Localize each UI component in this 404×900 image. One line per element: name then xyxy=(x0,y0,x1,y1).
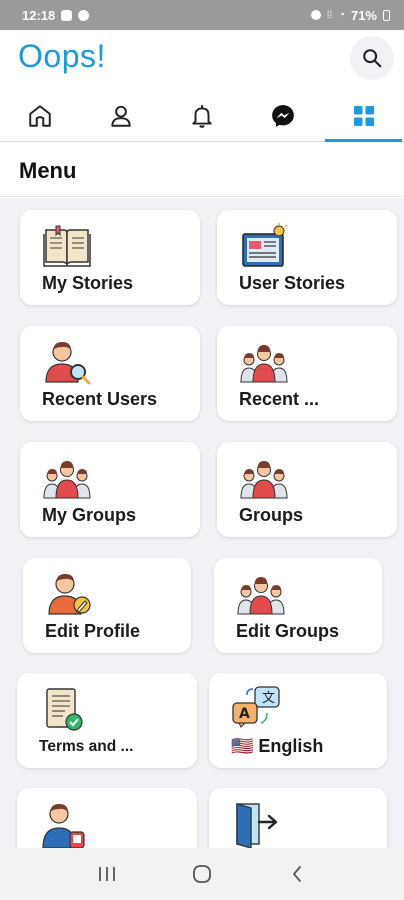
menu-card-user-stories[interactable]: User Stories xyxy=(217,210,397,305)
menu-card-recent-groups[interactable]: Recent ... xyxy=(217,326,397,421)
menu-card-label: User Stories xyxy=(239,273,346,293)
logout-door-icon xyxy=(236,803,278,848)
tab-menu[interactable] xyxy=(323,90,404,142)
menu-card-language[interactable]: 文 A 🇺🇸 English xyxy=(209,673,387,768)
menu-card-contact[interactable] xyxy=(17,788,197,848)
menu-card-my-stories[interactable]: My Stories xyxy=(20,210,200,305)
system-nav-bar xyxy=(0,848,404,900)
battery-percent: 71% xyxy=(350,7,377,23)
battery-icon xyxy=(383,9,390,21)
translate-icon: 文 A xyxy=(232,686,280,728)
alarm-icon xyxy=(310,10,321,20)
menu-card-label: Groups xyxy=(239,505,304,525)
menu-card-label: My Stories xyxy=(42,273,134,293)
menu-card-recent-users[interactable]: Recent Users xyxy=(20,326,200,421)
menu-grid: My Stories User Stories Recent Users Rec… xyxy=(0,198,404,848)
status-time: 12:18 xyxy=(22,7,56,23)
back-button[interactable] xyxy=(277,854,317,894)
menu-card-edit-profile[interactable]: Edit Profile xyxy=(23,558,191,653)
user-search-icon xyxy=(45,342,91,385)
menu-card-my-groups[interactable]: My Groups xyxy=(20,442,200,537)
menu-card-label: Recent Users xyxy=(42,389,158,409)
messenger-notification-icon xyxy=(78,9,90,21)
document-check-icon xyxy=(46,688,83,731)
signal-icon: ⁞⁞ xyxy=(326,9,333,21)
user-edit-icon xyxy=(48,574,91,615)
menu-header: Menu xyxy=(0,143,404,197)
gallery-notification-icon xyxy=(61,9,73,21)
status-left: 12:18 xyxy=(22,7,90,23)
home-nav-button[interactable] xyxy=(182,854,222,894)
recent-apps-button[interactable] xyxy=(87,854,127,894)
menu-card-label: 🇺🇸 English xyxy=(231,736,324,756)
people-group-icon xyxy=(240,461,288,499)
recent-apps-icon xyxy=(99,867,116,881)
people-group-icon xyxy=(237,577,285,615)
menu-card-label: Edit Groups xyxy=(236,621,339,641)
newspaper-icon xyxy=(242,223,288,267)
grid-menu-icon xyxy=(353,105,374,126)
menu-card-label: Recent ... xyxy=(239,389,320,409)
menu-card-edit-groups[interactable]: Edit Groups xyxy=(214,558,382,653)
app-bar: Oops! xyxy=(0,30,404,88)
home-icon xyxy=(29,104,52,127)
svg-text:文: 文 xyxy=(262,691,275,706)
status-right: ⁞⁞ ◔ 71% xyxy=(310,7,390,23)
search-icon xyxy=(363,49,382,68)
menu-card-logout[interactable] xyxy=(209,788,387,848)
book-icon xyxy=(43,225,91,267)
menu-card-label: Edit Profile xyxy=(45,621,141,641)
home-circle-icon xyxy=(193,865,211,883)
svg-text:A: A xyxy=(239,706,250,722)
status-bar: 12:18 ⁞⁞ ◔ 71% xyxy=(0,0,404,30)
messenger-icon xyxy=(271,104,294,127)
search-button[interactable] xyxy=(350,36,394,80)
tab-bar xyxy=(0,90,404,142)
wifi-icon: ◔ xyxy=(338,9,345,21)
back-chevron-icon xyxy=(292,866,301,882)
tab-messenger[interactable] xyxy=(242,90,323,141)
bell-icon xyxy=(192,104,212,128)
tab-notifications[interactable] xyxy=(162,90,243,141)
user-phone-icon xyxy=(42,804,85,848)
user-icon xyxy=(111,105,131,127)
menu-card-label: Terms and ... xyxy=(39,738,134,755)
app-title: Oops! xyxy=(18,38,106,74)
people-group-icon xyxy=(240,345,288,383)
tab-home[interactable] xyxy=(0,90,81,141)
menu-card-groups[interactable]: Groups xyxy=(217,442,397,537)
tab-profile[interactable] xyxy=(81,90,162,141)
menu-card-terms[interactable]: Terms and ... xyxy=(17,673,197,768)
people-group-icon xyxy=(43,461,91,499)
menu-card-label: My Groups xyxy=(42,505,137,525)
menu-title: Menu xyxy=(19,158,77,183)
